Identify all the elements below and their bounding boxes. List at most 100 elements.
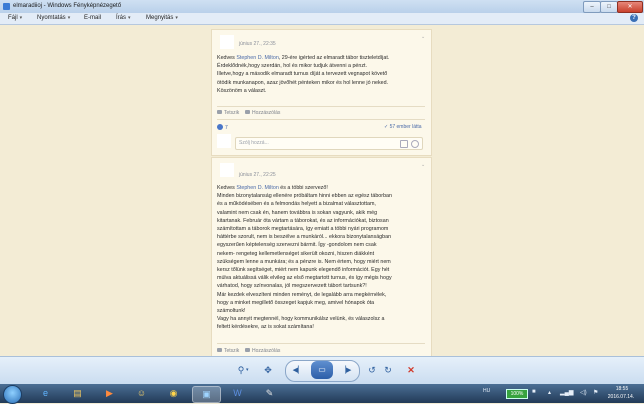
divider [217,343,425,344]
post-line: kitartanak. Február óta vártam a táborok… [217,217,389,224]
post-line: nekem- rengeteg kellemetlenséget sikerül… [217,250,375,257]
post-card-1: június 27., 22:35 ⌄ Kedves Stephen D. Mi… [211,29,432,156]
comment-icon [245,110,250,114]
post-line: feltett kérdésekre, az is sokat számítan… [217,324,314,331]
post-line: és a működésében és a felmondás helyett … [217,201,376,208]
rotate-left-icon[interactable]: ↺ [366,363,378,378]
maximize-button[interactable]: □ [600,1,618,13]
messenger-icon[interactable]: ☺ [128,386,155,401]
media-player-icon[interactable]: ▶ [96,386,123,401]
photo-viewer-taskbar-icon[interactable]: ▣ [192,386,221,403]
avatar [217,134,231,148]
like-badge-icon [217,124,223,130]
comment-button[interactable]: Hozzászólás [245,110,280,116]
post-line: várhatod, hogy színvonalas, jól megszerv… [217,283,367,290]
image-viewer: június 27., 22:35 ⌄ Kedves Stephen D. Mi… [0,25,644,356]
camera-icon[interactable] [400,140,408,148]
seen-by[interactable]: ✓ 57 ember látta [384,124,422,130]
battery-indicator[interactable]: 100% [506,389,528,399]
post-line: szükségem lenne a munkára; és a pénzre i… [217,258,391,265]
thumbs-up-icon [217,348,222,352]
like-count[interactable]: 7 [217,124,228,131]
emoji-icon[interactable] [411,140,419,148]
rotate-right-icon[interactable]: ↻ [382,363,394,378]
post-line: Már kezdek elveszíteni minden reményt, d… [217,291,387,298]
clock-date[interactable]: 2016.07.14. [602,394,640,400]
post-text: Kedves Stephen D. Milton és a többi szer… [217,184,429,332]
post-line: Minden bizonytalanság ellenére próbáltam… [217,193,392,200]
post-time: június 27., 22:25 [239,172,276,178]
like-button[interactable]: Tetszik [217,110,239,116]
mention-link[interactable]: Stephen D. Milton [236,185,278,191]
paint-icon[interactable]: ✎ [256,386,283,401]
mention-link[interactable]: Stephen D. Milton [236,55,278,61]
comment-input[interactable]: Szólj hozzá... [235,137,423,150]
photo-viewer-icon [3,3,10,10]
post-line: egyszerűen képtelenség szervezni bármit.… [217,242,377,249]
comment-button[interactable]: Hozzászólás [245,348,280,354]
title-bar: elmaradiioj - Windows Fényképnézegető – … [0,0,644,14]
network-icon[interactable]: ▂▄▆ [560,389,573,396]
flag-icon[interactable]: ⚑ [593,389,598,396]
chevron-down-icon: ▾ [128,15,131,21]
divider [217,119,425,120]
post-line: Vagy ha annyit megtennél, hogy kommuniká… [217,316,385,323]
post-line: számítottam a táborok megtartására, így … [217,226,389,233]
chevron-down-icon: ▾ [175,15,178,21]
menu-file[interactable]: Fájl ▾ [8,15,22,21]
chevron-down-icon: ▾ [19,15,23,21]
close-button[interactable]: ✕ [617,1,643,13]
post-line: valamint nem csak én, hanem továbbra is … [217,209,378,216]
comment-icon [245,348,250,352]
zoom-icon[interactable]: ⚲ ▾ [232,363,250,378]
post-line: Érdeklődnék,hogy szerdán, hol és mikor t… [217,63,368,70]
next-icon[interactable]: ▕▶ [339,363,353,378]
menu-open[interactable]: Megnyitás ▾ [146,15,178,21]
post-line: múlva aktuálissá válik elvileg az első m… [217,275,392,282]
thumbs-up-icon [217,110,222,114]
language-indicator[interactable]: HU [483,388,490,394]
delete-icon[interactable]: ✕ [405,363,417,378]
post-line: Illetve,hogy a második elmaradt turnus d… [217,71,388,78]
previous-icon[interactable]: ◀▏ [291,363,305,378]
taskbar: e ▤ ▶ ☺ ◉ ▣ W ✎ HU 100% ■ ▴ ▂▄▆ ◁) ⚑ 18:… [0,384,644,404]
divider [217,106,425,107]
avatar [220,163,234,177]
like-button[interactable]: Tetszik [217,348,239,354]
file-explorer-icon[interactable]: ▤ [64,386,91,401]
post-text: Kedves Stephen D. Milton, 29-ére igérted… [217,54,429,95]
internet-explorer-icon[interactable]: e [32,386,59,401]
menu-bar: Fájl ▾ Nyomtatás ▾ E-mail Írás ▾ Megnyitás ▾… [0,13,644,25]
slideshow-button[interactable]: ▭ [311,361,333,379]
post-line: kersz tőlünk segítséget, miért nem kapun… [217,267,390,274]
avatar [220,35,234,49]
chevron-down-icon[interactable]: ⌄ [421,34,425,40]
word-icon[interactable]: W [224,386,251,401]
speaker-icon[interactable]: ◁) [580,389,587,396]
menu-burn[interactable]: Írás ▾ [116,15,131,21]
minimize-button[interactable]: – [583,1,601,13]
post-line: háttérbe szorult, nem is beszélve a munk… [217,234,392,241]
post-time: június 27., 22:35 [239,41,276,47]
clock-time[interactable]: 18:55 [612,386,632,392]
fit-to-window-icon[interactable]: ✥ [261,363,275,378]
post-line: hogy a minket megillető összeget kapjuk … [217,299,375,306]
post-line: Köszönöm a választ. [217,87,267,94]
viewer-toolbar: ⚲ ▾ ✥ ◀▏ ▭ ▕▶ ↺ ↻ ✕ [0,356,644,385]
show-hidden-icons[interactable]: ▴ [548,389,551,396]
window-title: elmaradiioj - Windows Fényképnézegető [13,3,122,9]
post-line: Kedves Stephen D. Milton, 29-ére igérted… [217,55,390,61]
help-icon[interactable]: ? [630,14,638,22]
chrome-icon[interactable]: ◉ [160,386,187,401]
menu-print[interactable]: Nyomtatás ▾ [37,15,70,21]
post-card-2: június 27., 22:25 ⌄ Kedves Stephen D. Mi… [211,157,432,356]
post-line: Kedves Stephen D. Milton és a többi szer… [217,185,328,191]
post-line: ötödik munkanapon, azaz jövőhét pénteken… [217,79,389,86]
chevron-down-icon: ▾ [67,15,71,21]
comment-placeholder: Szólj hozzá... [239,140,269,146]
tray-app-icon[interactable]: ■ [532,389,536,395]
menu-email[interactable]: E-mail [84,15,101,21]
post-line: számoltunk! [217,308,246,315]
start-button[interactable] [3,385,22,404]
chevron-down-icon[interactable]: ⌄ [421,162,425,168]
